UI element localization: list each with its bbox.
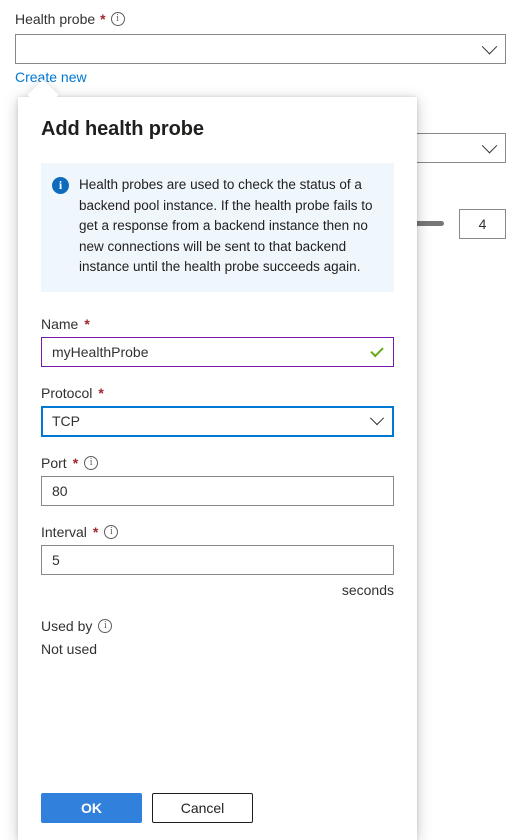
protocol-selected-value: TCP: [52, 413, 80, 429]
name-label-text: Name: [41, 315, 79, 332]
name-label: Name *: [41, 316, 394, 332]
protocol-dropdown[interactable]: TCP: [41, 405, 394, 437]
required-indicator: *: [92, 523, 99, 540]
ok-button[interactable]: OK: [41, 793, 142, 823]
used-by-label: Used by: [41, 618, 394, 634]
interval-unit-label: seconds: [341, 581, 394, 598]
dialog-actions: OK Cancel: [41, 793, 253, 823]
protocol-label-text: Protocol: [41, 384, 93, 401]
name-input-value: myHealthProbe: [52, 343, 149, 360]
used-by-value: Not used: [41, 640, 98, 657]
interval-label-text: Interval: [41, 523, 87, 540]
info-circle-filled-icon: [52, 177, 69, 194]
health-probe-label-text: Health probe: [15, 11, 96, 27]
used-by-label-text: Used by: [41, 617, 93, 634]
screen: Health probe * Create new 4 Add health p…: [0, 0, 521, 840]
required-indicator: *: [84, 315, 90, 332]
cancel-button[interactable]: Cancel: [152, 793, 253, 823]
add-health-probe-dialog: Add health probe Health probes are used …: [18, 97, 417, 840]
background-dropdown-partial[interactable]: [409, 133, 506, 163]
interval-input-value: 5: [52, 551, 60, 568]
health-probe-dropdown[interactable]: [15, 34, 506, 64]
info-icon[interactable]: [104, 524, 119, 539]
info-message-text: Health probes are used to check the stat…: [79, 177, 373, 274]
info-icon[interactable]: [110, 12, 125, 26]
interval-field-group: Interval * 5 seconds: [41, 524, 394, 598]
interval-input[interactable]: 5: [41, 544, 394, 575]
slider-track[interactable]: [414, 221, 444, 226]
interval-label: Interval *: [41, 524, 394, 540]
port-field-group: Port * 80: [41, 455, 394, 506]
port-input[interactable]: 80: [41, 475, 394, 506]
port-input-value: 80: [52, 482, 68, 499]
used-by-group: Used by Not used: [41, 618, 394, 657]
create-new-link[interactable]: Create new: [15, 69, 87, 85]
required-indicator: *: [98, 384, 104, 401]
dialog-title: Add health probe: [41, 118, 204, 140]
info-message-bar: Health probes are used to check the stat…: [41, 163, 394, 292]
name-field-group: Name * myHealthProbe: [41, 316, 394, 367]
protocol-label: Protocol *: [41, 385, 394, 401]
protocol-field-group: Protocol * TCP: [41, 385, 394, 437]
info-icon[interactable]: [84, 455, 99, 470]
checkmark-icon: [370, 343, 384, 357]
port-label-text: Port: [41, 454, 67, 471]
health-probe-label: Health probe *: [15, 11, 125, 27]
slider-value-box[interactable]: 4: [459, 209, 506, 239]
required-indicator: *: [72, 454, 79, 471]
chevron-down-icon: [481, 137, 498, 153]
name-input[interactable]: myHealthProbe: [41, 336, 394, 367]
chevron-down-icon: [481, 38, 498, 54]
chevron-down-icon: [369, 411, 385, 426]
port-label: Port *: [41, 455, 394, 471]
required-indicator: *: [100, 11, 106, 27]
info-icon[interactable]: [98, 618, 113, 633]
